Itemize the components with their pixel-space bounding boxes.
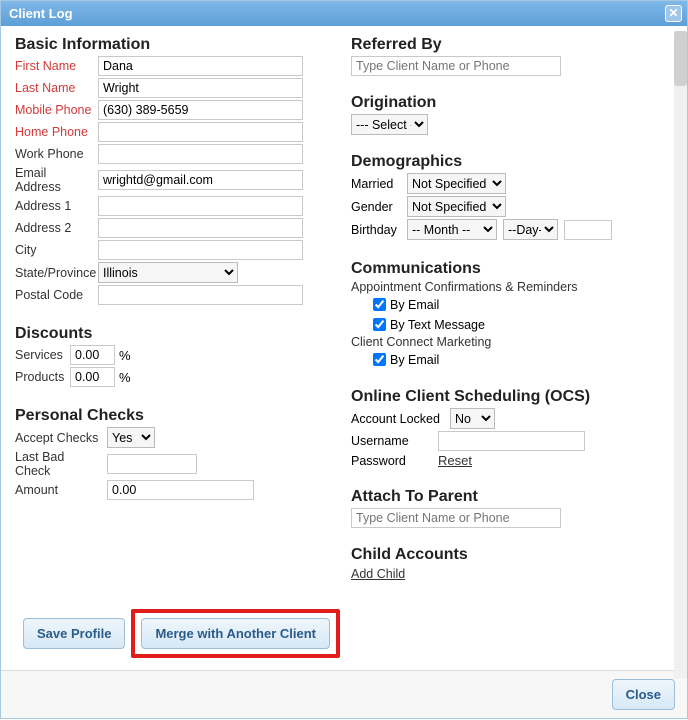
reset-password-link[interactable]: Reset: [438, 453, 472, 468]
discounts-header: Discounts: [15, 325, 339, 343]
confirm-email-checkbox[interactable]: [373, 298, 386, 311]
products-pct: %: [119, 370, 131, 385]
referred-header: Referred By: [351, 36, 661, 54]
confirm-email-label: By Email: [390, 298, 439, 312]
client-log-dialog: Client Log ✕ Basic Information First Nam…: [0, 0, 688, 719]
left-column: Basic Information First Name Last Name M…: [15, 30, 351, 658]
lastbad-input[interactable]: [107, 454, 197, 474]
username-label: Username: [351, 434, 438, 448]
footer-buttons: Save Profile Merge with Another Client: [23, 609, 340, 658]
amount-label: Amount: [15, 483, 107, 497]
first-name-input[interactable]: [98, 56, 303, 76]
lastbad-label: Last Bad Check: [15, 450, 107, 478]
gender-select[interactable]: Not Specified: [407, 196, 506, 217]
communications-header: Communications: [351, 260, 661, 278]
username-input[interactable]: [438, 431, 585, 451]
right-column: Referred By Origination --- Select --- D…: [351, 30, 661, 658]
origination-select[interactable]: --- Select ---: [351, 114, 428, 135]
marketing-email-label: By Email: [390, 353, 439, 367]
locked-label: Account Locked: [351, 412, 450, 426]
products-label: Products: [15, 370, 70, 384]
services-input[interactable]: [70, 345, 115, 365]
email-label: Email Address: [15, 166, 98, 194]
parent-input[interactable]: [351, 508, 561, 528]
close-button[interactable]: Close: [612, 679, 675, 710]
birthday-year-input[interactable]: [564, 220, 612, 240]
accept-checks-label: Accept Checks: [15, 431, 107, 445]
confirm-text-checkbox[interactable]: [373, 318, 386, 331]
referred-input[interactable]: [351, 56, 561, 76]
services-label: Services: [15, 348, 70, 362]
products-input[interactable]: [70, 367, 115, 387]
married-select[interactable]: Not Specified: [407, 173, 506, 194]
add-child-link[interactable]: Add Child: [351, 567, 405, 581]
password-label: Password: [351, 454, 438, 468]
city-label: City: [15, 243, 98, 257]
first-name-label: First Name: [15, 59, 98, 73]
married-label: Married: [351, 177, 407, 191]
locked-select[interactable]: No: [450, 408, 495, 429]
dialog-footer: Close: [1, 670, 687, 718]
postal-input[interactable]: [98, 285, 303, 305]
merge-client-button[interactable]: Merge with Another Client: [141, 618, 330, 649]
work-phone-label: Work Phone: [15, 147, 98, 161]
addr1-input[interactable]: [98, 196, 303, 216]
parent-header: Attach To Parent: [351, 488, 661, 506]
save-profile-button[interactable]: Save Profile: [23, 618, 125, 649]
birthday-day-select[interactable]: --Day--: [503, 219, 558, 240]
close-icon[interactable]: ✕: [665, 5, 682, 22]
ocs-header: Online Client Scheduling (OCS): [351, 388, 661, 406]
marketing-label: Client Connect Marketing: [351, 335, 661, 349]
mobile-input[interactable]: [98, 100, 303, 120]
addr2-label: Address 2: [15, 221, 98, 235]
state-label: State/Province: [15, 266, 98, 280]
amount-input[interactable]: [107, 480, 254, 500]
birthday-month-select[interactable]: -- Month --: [407, 219, 497, 240]
basic-info-header: Basic Information: [15, 36, 339, 54]
email-input[interactable]: [98, 170, 303, 190]
confirm-text-label: By Text Message: [390, 318, 485, 332]
checks-header: Personal Checks: [15, 407, 339, 425]
last-name-input[interactable]: [98, 78, 303, 98]
gender-label: Gender: [351, 200, 407, 214]
addr1-label: Address 1: [15, 199, 98, 213]
mobile-label: Mobile Phone: [15, 103, 98, 117]
postal-label: Postal Code: [15, 288, 98, 302]
child-header: Child Accounts: [351, 546, 661, 564]
last-name-label: Last Name: [15, 81, 98, 95]
services-pct: %: [119, 348, 131, 363]
marketing-email-checkbox[interactable]: [373, 353, 386, 366]
birthday-label: Birthday: [351, 223, 407, 237]
addr2-input[interactable]: [98, 218, 303, 238]
window-title: Client Log: [9, 6, 73, 21]
confirm-reminders-label: Appointment Confirmations & Reminders: [351, 280, 661, 294]
merge-highlight: Merge with Another Client: [131, 609, 340, 658]
demographics-header: Demographics: [351, 153, 661, 171]
origination-header: Origination: [351, 94, 661, 112]
state-select[interactable]: Illinois: [98, 262, 238, 283]
home-phone-input[interactable]: [98, 122, 303, 142]
dialog-body: Basic Information First Name Last Name M…: [1, 26, 687, 670]
home-phone-label: Home Phone: [15, 125, 98, 139]
work-phone-input[interactable]: [98, 144, 303, 164]
city-input[interactable]: [98, 240, 303, 260]
vertical-scrollbar[interactable]: [674, 31, 687, 678]
titlebar: Client Log ✕: [1, 1, 687, 26]
accept-checks-select[interactable]: Yes: [107, 427, 155, 448]
